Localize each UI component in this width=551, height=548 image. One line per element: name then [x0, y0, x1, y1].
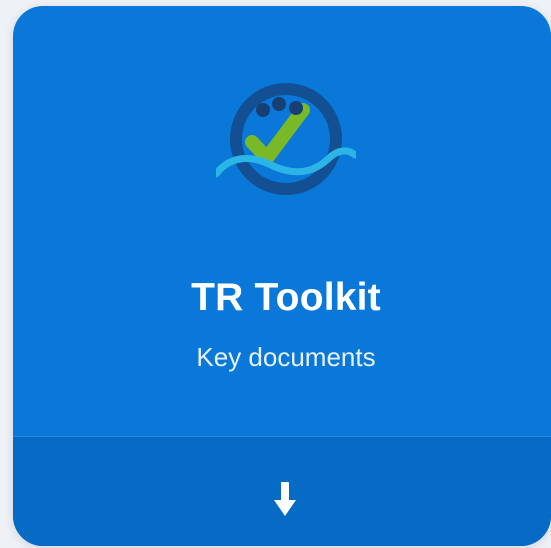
card-title: TR Toolkit [191, 276, 381, 319]
card-subtitle: Key documents [196, 342, 376, 372]
tr-toolkit-card[interactable]: TR Toolkit Key documents [13, 6, 551, 546]
download-button[interactable] [13, 436, 551, 546]
download-arrow-icon [274, 482, 296, 516]
checkmark-wave-logo [216, 83, 356, 195]
